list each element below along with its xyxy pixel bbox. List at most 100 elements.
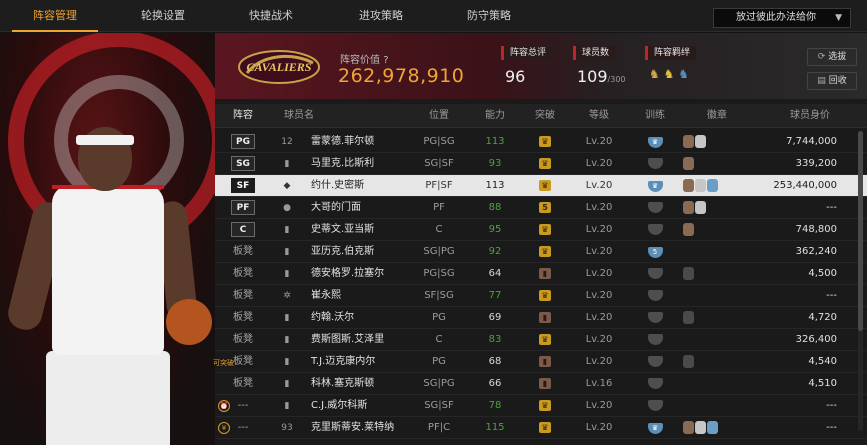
breakthrough-cell[interactable]: ♛ bbox=[525, 219, 565, 241]
player-name[interactable]: 科林.塞克斯顿 bbox=[311, 373, 374, 395]
breakthrough-crown-icon[interactable]: ♛ bbox=[539, 246, 551, 257]
training-cell[interactable] bbox=[635, 351, 675, 373]
training-cell[interactable] bbox=[635, 329, 675, 351]
breakthrough-cell[interactable]: ♛ bbox=[525, 329, 565, 351]
training-cell[interactable] bbox=[635, 373, 675, 395]
breakthrough-cell[interactable]: ♛ bbox=[525, 417, 565, 439]
player-name[interactable]: 大哥的门面 bbox=[311, 197, 361, 219]
training-shield-empty-icon[interactable] bbox=[647, 312, 663, 323]
lineup-dropdown[interactable]: 放过彼此办法给你 ▼ bbox=[713, 8, 851, 28]
breakthrough-level-badge[interactable]: 5 bbox=[539, 202, 551, 213]
training-shield-empty-icon[interactable] bbox=[647, 334, 663, 345]
lineup-slot[interactable]: 板凳 bbox=[221, 329, 265, 351]
training-shield-empty-icon[interactable] bbox=[647, 158, 663, 169]
player-name[interactable]: 史蒂文.亚当斯 bbox=[311, 219, 374, 241]
recycle-button[interactable]: ▤ 回收 bbox=[807, 72, 857, 90]
badges-cell[interactable] bbox=[683, 135, 707, 148]
badge-icon[interactable] bbox=[683, 179, 694, 192]
table-row[interactable]: 板凳 ▮ 德安格罗.拉塞尔 PG|SG 64 ▮ Lv.20 4,500 bbox=[215, 263, 867, 285]
breakthrough-cell[interactable]: ♛ bbox=[525, 131, 565, 153]
lineup-slot-bench[interactable]: --- bbox=[238, 400, 249, 411]
training-shield-empty-icon[interactable] bbox=[647, 290, 663, 301]
badge-icon[interactable] bbox=[683, 267, 694, 280]
player-name[interactable]: C.J.威尔科斯 bbox=[311, 395, 367, 417]
badge-icon[interactable] bbox=[683, 223, 694, 236]
player-name[interactable]: 约翰.沃尔 bbox=[311, 307, 354, 329]
breakthrough-cell[interactable]: ▮ bbox=[525, 307, 565, 329]
training-shield-empty-icon[interactable] bbox=[647, 202, 663, 213]
tab-rotation-settings[interactable]: 轮换设置 bbox=[108, 0, 218, 32]
player-name[interactable]: T.J.迈克康内尔 bbox=[311, 351, 375, 373]
breakthrough-crown-icon[interactable]: ♛ bbox=[539, 400, 551, 411]
training-shield-empty-icon[interactable] bbox=[647, 400, 663, 411]
bond-icon-2[interactable]: ♞ bbox=[664, 67, 675, 81]
lineup-slot-bench[interactable]: 板凳 bbox=[233, 334, 253, 345]
lineup-slot[interactable]: 板凳 bbox=[221, 263, 265, 285]
table-row[interactable]: PG 12 雷蒙德.菲尔顿 PG|SG 113 ♛ Lv.20 ♛ 7,744,… bbox=[215, 131, 867, 153]
breakthrough-crown-icon[interactable]: ♛ bbox=[539, 136, 551, 147]
col-breakthrough[interactable]: 突破 bbox=[525, 104, 565, 128]
badges-cell[interactable] bbox=[683, 421, 719, 434]
lineup-slot[interactable]: 板凳 bbox=[221, 241, 265, 263]
breakthrough-locked-icon[interactable]: ▮ bbox=[539, 356, 551, 367]
training-cell[interactable]: ♛ bbox=[635, 175, 675, 197]
breakthrough-crown-icon[interactable]: ♛ bbox=[539, 422, 551, 433]
col-salary[interactable]: 球员身价 bbox=[775, 104, 845, 128]
col-position[interactable]: 位置 bbox=[419, 104, 459, 128]
training-shield-empty-icon[interactable] bbox=[647, 356, 663, 367]
breakthrough-cell[interactable]: ♛ bbox=[525, 175, 565, 197]
badge-icon[interactable] bbox=[695, 179, 706, 192]
player-name[interactable]: 克里斯蒂安.莱特纳 bbox=[311, 417, 394, 439]
training-cell[interactable]: ♛ bbox=[635, 417, 675, 439]
table-row[interactable]: PF ● 大哥的门面 PF 88 5 Lv.20 --- bbox=[215, 197, 867, 219]
badges-cell[interactable] bbox=[683, 157, 695, 170]
breakthrough-crown-icon[interactable]: ♛ bbox=[539, 334, 551, 345]
training-cell[interactable] bbox=[635, 219, 675, 241]
breakthrough-cell[interactable]: ♛ bbox=[525, 241, 565, 263]
table-row[interactable]: 板凳 ▮ 费斯图斯.艾泽里 C 83 ♛ Lv.20 326,400 bbox=[215, 329, 867, 351]
bond-icon-3[interactable]: ♞ bbox=[678, 67, 689, 81]
badge-icon[interactable] bbox=[707, 179, 718, 192]
training-shield-empty-icon[interactable] bbox=[647, 268, 663, 279]
breakthrough-crown-icon[interactable]: ♛ bbox=[539, 180, 551, 191]
table-row[interactable]: 可突破 板凳 ▮ T.J.迈克康内尔 PG 68 ▮ Lv.20 4,540 bbox=[213, 351, 867, 373]
lineup-slot-bench[interactable]: 板凳 bbox=[233, 378, 253, 389]
breakthrough-cell[interactable]: ♛ bbox=[525, 395, 565, 417]
table-scrollbar[interactable] bbox=[858, 131, 863, 431]
badge-icon[interactable] bbox=[695, 201, 706, 214]
badges-cell[interactable] bbox=[683, 201, 707, 214]
table-row[interactable]: 板凳 ▮ 亚历克.伯克斯 SG|PG 92 ♛ Lv.20 5 362,240 bbox=[215, 241, 867, 263]
player-name[interactable]: 崔永熙 bbox=[311, 285, 341, 307]
badges-cell[interactable] bbox=[683, 267, 695, 280]
lineup-slot[interactable]: 板凳 bbox=[221, 373, 265, 395]
lineup-slot-bench[interactable]: 板凳 bbox=[233, 290, 253, 301]
table-row[interactable]: 板凳 ▮ 科林.塞克斯顿 SG|PG 66 ▮ Lv.16 4,510 bbox=[215, 373, 867, 395]
lineup-slot-badge[interactable]: C bbox=[231, 222, 255, 237]
col-training[interactable]: 训练 bbox=[635, 104, 675, 128]
player-name[interactable]: 费斯图斯.艾泽里 bbox=[311, 329, 384, 351]
training-cell[interactable] bbox=[635, 395, 675, 417]
col-level[interactable]: 等级 bbox=[579, 104, 619, 128]
lineup-slot-bench[interactable]: 板凳 bbox=[233, 312, 253, 323]
breakthrough-cell[interactable]: ♛ bbox=[525, 153, 565, 175]
lineup-slot[interactable]: 板凳 bbox=[221, 351, 265, 373]
table-row[interactable]: ¥ --- 93 克里斯蒂安.莱特纳 PF|C 115 ♛ Lv.20 ♛ --… bbox=[215, 417, 867, 439]
breakthrough-crown-icon[interactable]: ♛ bbox=[539, 224, 551, 235]
player-name[interactable]: 马里克.比斯利 bbox=[311, 153, 374, 175]
bond-icons[interactable]: ♞ ♞ ♞ bbox=[649, 67, 689, 81]
badge-icon[interactable] bbox=[683, 135, 694, 148]
breakthrough-cell[interactable]: 5 bbox=[525, 197, 565, 219]
badge-icon[interactable] bbox=[707, 421, 718, 434]
player-name[interactable]: 约什.史密斯 bbox=[311, 175, 364, 197]
lineup-slot-badge[interactable]: SF bbox=[231, 178, 255, 193]
training-cell[interactable]: ♛ bbox=[635, 131, 675, 153]
breakthrough-cell[interactable]: ▮ bbox=[525, 351, 565, 373]
lineup-slot[interactable]: PG bbox=[221, 131, 265, 153]
lineup-slot[interactable]: --- bbox=[221, 395, 265, 417]
player-name[interactable]: 德安格罗.拉塞尔 bbox=[311, 263, 384, 285]
col-name[interactable]: 球员名 bbox=[279, 104, 319, 128]
player-name[interactable]: 亚历克.伯克斯 bbox=[311, 241, 374, 263]
lineup-slot[interactable]: PF bbox=[221, 197, 265, 219]
breakthrough-locked-icon[interactable]: ▮ bbox=[539, 268, 551, 279]
col-badges[interactable]: 徽章 bbox=[687, 104, 747, 128]
